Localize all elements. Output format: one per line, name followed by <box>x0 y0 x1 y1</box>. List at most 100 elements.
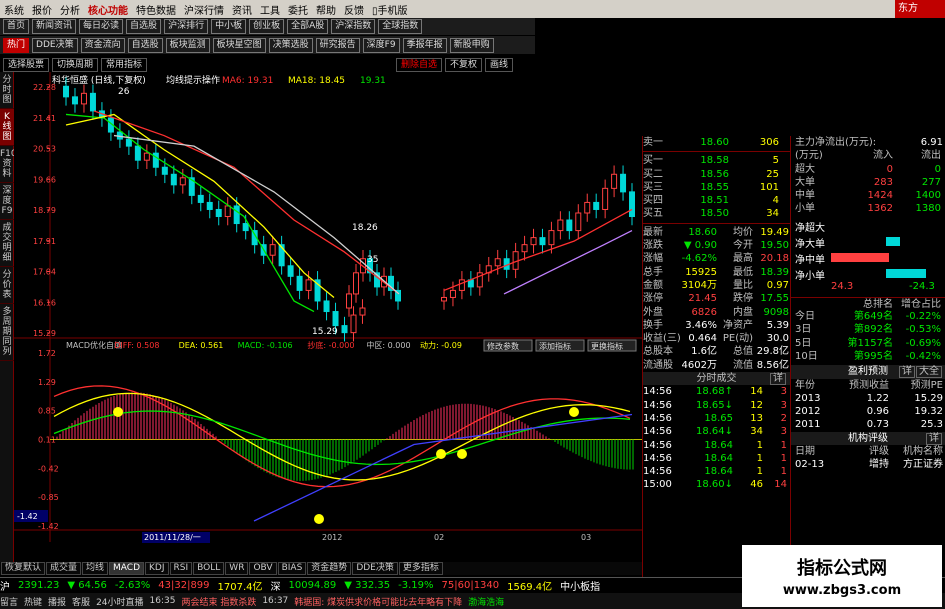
inst-pct: -0.53% <box>905 324 941 336</box>
news-status-item[interactable]: 两会结束 指数杀跌 <box>181 595 256 608</box>
menu-2[interactable]: 分析 <box>56 2 84 17</box>
news-status-item[interactable]: 韩据国: 煤炭供求价格可能比去年略有下降 <box>294 595 462 608</box>
indicator-tab[interactable]: WR <box>225 562 249 575</box>
candle-body <box>125 138 132 147</box>
menu-10[interactable]: 反馈 <box>340 2 368 17</box>
news-status-item[interactable]: 播报 <box>48 595 66 608</box>
menu-4[interactable]: 特色数据 <box>132 2 180 17</box>
indicator-tab[interactable]: 资金趋势 <box>307 562 352 575</box>
news-status-item[interactable]: 渤海浩海 <box>468 595 504 608</box>
stat-value: -4.62% <box>681 253 717 265</box>
sub-right-button[interactable]: 不复权 <box>445 58 483 72</box>
nav-item[interactable]: 中小板 <box>211 19 247 34</box>
sub-button[interactable]: 选择股票 <box>3 58 50 72</box>
side-tab[interactable]: 多周期同列 <box>0 304 14 361</box>
side-tab[interactable]: 分时图 <box>0 72 14 109</box>
menu-1[interactable]: 报价 <box>28 2 56 17</box>
flow-out: 1400 <box>915 190 941 202</box>
forecast-button[interactable]: 大全 <box>916 366 942 379</box>
forecast-header: 年份 <box>795 379 815 391</box>
tool-item[interactable]: 资金流向 <box>80 37 125 53</box>
index-status-item: 1707.4亿 <box>217 581 263 593</box>
rating-title: 机构评级 <box>848 432 888 444</box>
news-status-item[interactable]: 16:37 <box>262 596 288 606</box>
nav-item[interactable]: 沪深排行 <box>164 19 209 34</box>
stat-label: 收益(三) <box>643 333 681 345</box>
bid-price: 18.58 <box>700 155 729 167</box>
tool-item[interactable]: 板块星空图 <box>212 37 266 53</box>
indicator-tab[interactable]: 成交量 <box>46 562 82 575</box>
side-tab[interactable]: 深度F9 <box>0 183 14 220</box>
sub-right-button[interactable]: 删除自选 <box>396 58 443 72</box>
news-status-item[interactable]: 客服 <box>72 595 90 608</box>
nav-item[interactable]: 全部A股 <box>287 19 329 34</box>
indicator-tab[interactable]: BIAS <box>277 562 307 575</box>
menu-5[interactable]: 沪深行情 <box>180 2 228 17</box>
bid-price: 18.50 <box>700 208 729 220</box>
menu-8[interactable]: 委托 <box>284 2 312 17</box>
news-status-item[interactable]: 24小时直播 <box>96 595 143 608</box>
side-tab[interactable]: F10资料 <box>0 146 17 183</box>
indicator-tab[interactable]: MACD <box>109 562 145 575</box>
bid-price: 18.51 <box>700 195 729 207</box>
tool-item[interactable]: 季报年报 <box>402 37 447 53</box>
nav-item[interactable]: 自选股 <box>126 19 162 34</box>
nav-item[interactable]: 沪深指数 <box>331 19 376 34</box>
news-status-item[interactable]: 留言 <box>0 595 18 608</box>
tool-item[interactable]: 板块监测 <box>165 37 210 53</box>
net-label: 净超大 <box>795 222 825 234</box>
phone-version-link[interactable]: ▯手机版 <box>368 2 412 17</box>
forecast-year: 2013 <box>795 392 821 404</box>
menu-9[interactable]: 帮助 <box>312 2 340 17</box>
side-tab[interactable]: 分价表 <box>0 267 14 304</box>
indicator-tab[interactable]: 均线 <box>82 562 109 575</box>
news-status-item[interactable]: 16:35 <box>150 596 176 606</box>
side-tab[interactable]: 成交明细 <box>0 220 14 267</box>
tool-item[interactable]: 研究报告 <box>315 37 360 53</box>
sub-button[interactable]: 常用指标 <box>101 58 148 72</box>
sub-right-button[interactable]: 画线 <box>485 58 514 72</box>
indicator-tab[interactable]: 恢复默认 <box>1 562 46 575</box>
candle-body <box>161 166 168 175</box>
side-tab[interactable]: K线图 <box>0 109 14 146</box>
sub-button[interactable]: 切换周期 <box>52 58 99 72</box>
stat-value: 0.97 <box>766 279 789 291</box>
rating-detail-button[interactable]: 详 <box>926 432 942 445</box>
candle-body <box>224 205 231 218</box>
news-status-item[interactable]: 热键 <box>24 595 42 608</box>
nav-item[interactable]: 全球指数 <box>378 19 423 34</box>
indicator-tab[interactable]: DDE决策 <box>352 562 398 575</box>
ticks-detail-button[interactable]: 详 <box>770 373 786 386</box>
menu-7[interactable]: 工具 <box>256 2 284 17</box>
indicator-tab[interactable]: OBV <box>249 562 277 575</box>
tool-item[interactable]: 深度F9 <box>362 37 400 53</box>
nav-item[interactable]: 新闻资讯 <box>32 19 77 34</box>
indicator-tab[interactable]: 更多指标 <box>398 562 443 575</box>
nav-item[interactable]: 每日必读 <box>79 19 124 34</box>
tool-item[interactable]: 自选股 <box>127 37 163 53</box>
ma-label: MA6: 19.31 <box>222 76 273 86</box>
tool-item[interactable]: 热门 <box>3 37 30 53</box>
forecast-button[interactable]: 详 <box>899 366 915 379</box>
macd-tick: -0.85 <box>38 493 59 502</box>
menu-0[interactable]: 系统 <box>0 2 28 17</box>
indicator-tab[interactable]: KDJ <box>145 562 169 575</box>
tool-item[interactable]: 决策选股 <box>268 37 313 53</box>
menu-6[interactable]: 资讯 <box>228 2 256 17</box>
rating-date: 02-13 <box>795 459 825 471</box>
menu-3[interactable]: 核心功能 <box>84 2 132 17</box>
nav-item[interactable]: 创业板 <box>249 19 285 34</box>
stat-label: 最低 <box>733 266 753 278</box>
chart-area: 科华恒盛 (日线,下复权) 均线提示操作 MA6: 19.31 MA18: 18.45… <box>14 72 642 562</box>
tool-item[interactable]: 新股申购 <box>449 37 494 53</box>
tool-item[interactable]: DDE决策 <box>32 37 78 53</box>
nav-item[interactable]: 首页 <box>3 19 30 34</box>
indicator-tab[interactable]: RSI <box>169 562 193 575</box>
indicator-tab[interactable]: BOLL <box>193 562 225 575</box>
bid-volume: 25 <box>766 168 779 180</box>
flow-row: 机构评级 详 <box>791 431 945 446</box>
stat-label: 总手 <box>643 266 663 278</box>
flow-out: 277 <box>921 176 941 188</box>
tick-count: 1 <box>780 439 787 451</box>
